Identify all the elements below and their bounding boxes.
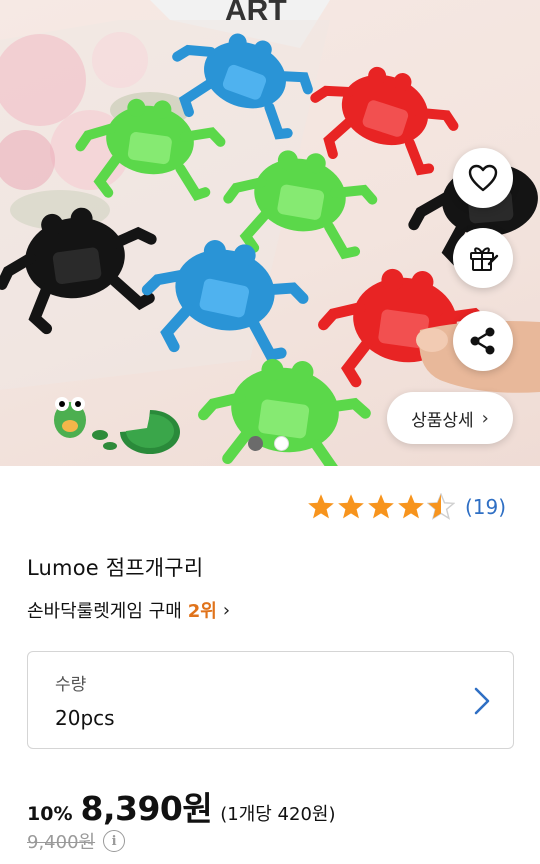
- wishlist-button[interactable]: [453, 148, 513, 208]
- product-detail-label: 상품상세: [411, 410, 474, 431]
- product-image[interactable]: ART 상품상세 ›: [0, 0, 540, 466]
- product-detail-button[interactable]: 상품상세 ›: [387, 392, 513, 444]
- product-title: Lumoe 점프개구리: [27, 556, 204, 580]
- share-icon: [470, 327, 495, 355]
- chevron-right-icon: ›: [481, 407, 489, 429]
- carousel-dot-2[interactable]: [274, 436, 289, 451]
- sale-price: 8,390원: [80, 789, 213, 828]
- unit-price: (1개당 420원): [220, 804, 336, 825]
- cartoon-frog-icon: [54, 397, 180, 454]
- original-price-row: 9,400원 i: [27, 828, 126, 854]
- carousel-dot-1[interactable]: [248, 436, 263, 451]
- star-full-icon: [398, 494, 424, 519]
- rank-category: 손바닥룰렛게임 구매: [27, 601, 182, 622]
- star-full-icon: [308, 494, 334, 519]
- star-full-icon: [368, 494, 394, 519]
- chevron-right-icon: [474, 687, 490, 715]
- category-rank-link[interactable]: 손바닥룰렛게임 구매 2위 ›: [27, 597, 230, 623]
- gift-button[interactable]: [453, 228, 513, 288]
- star-half-icon: [426, 493, 455, 520]
- discount-rate: 10%: [27, 803, 73, 825]
- option-value: 20pcs: [55, 706, 115, 730]
- gift-icon: [470, 247, 499, 271]
- star-full-icon: [338, 494, 364, 519]
- chevron-right-icon: ›: [222, 599, 231, 621]
- review-count[interactable]: (19): [465, 495, 506, 519]
- option-label: 수량: [55, 675, 87, 695]
- rank-value: 2위: [187, 601, 217, 622]
- carousel-indicator: [248, 436, 289, 451]
- original-price: 9,400원: [27, 832, 96, 853]
- rating-stars: [307, 493, 455, 520]
- quantity-option-selector[interactable]: 수량 20pcs: [27, 651, 514, 749]
- rating-summary[interactable]: (19): [307, 493, 506, 520]
- info-icon[interactable]: i: [103, 830, 126, 852]
- share-button[interactable]: [453, 311, 513, 371]
- heart-icon: [468, 164, 498, 192]
- price-row: 10% 8,390원 (1개당 420원): [27, 782, 336, 830]
